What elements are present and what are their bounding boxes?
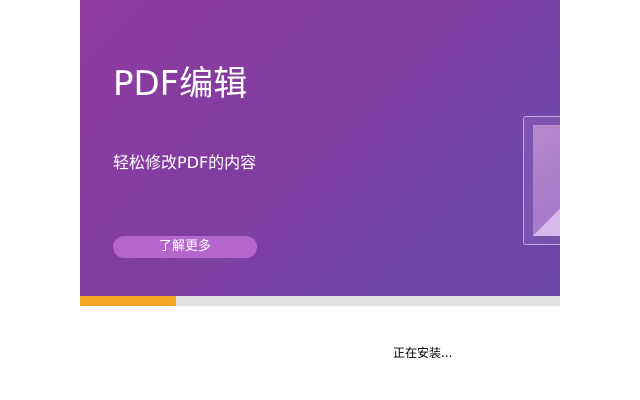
banner-subtitle: 轻松修改PDF的内容 — [113, 153, 257, 172]
install-status-text: 正在安装... — [393, 346, 453, 360]
feature-banner: PDF编辑 轻松修改PDF的内容 了解更多 — [80, 0, 560, 296]
installer-window: PDF编辑 轻松修改PDF的内容 了解更多 正在安装... — [0, 0, 640, 400]
document-preview-icon — [523, 116, 560, 245]
document-preview-fold — [533, 187, 560, 236]
install-progress-bar — [80, 296, 560, 306]
banner-title: PDF编辑 — [113, 64, 248, 104]
install-progress-fill — [80, 296, 176, 306]
learn-more-button[interactable]: 了解更多 — [113, 236, 257, 258]
